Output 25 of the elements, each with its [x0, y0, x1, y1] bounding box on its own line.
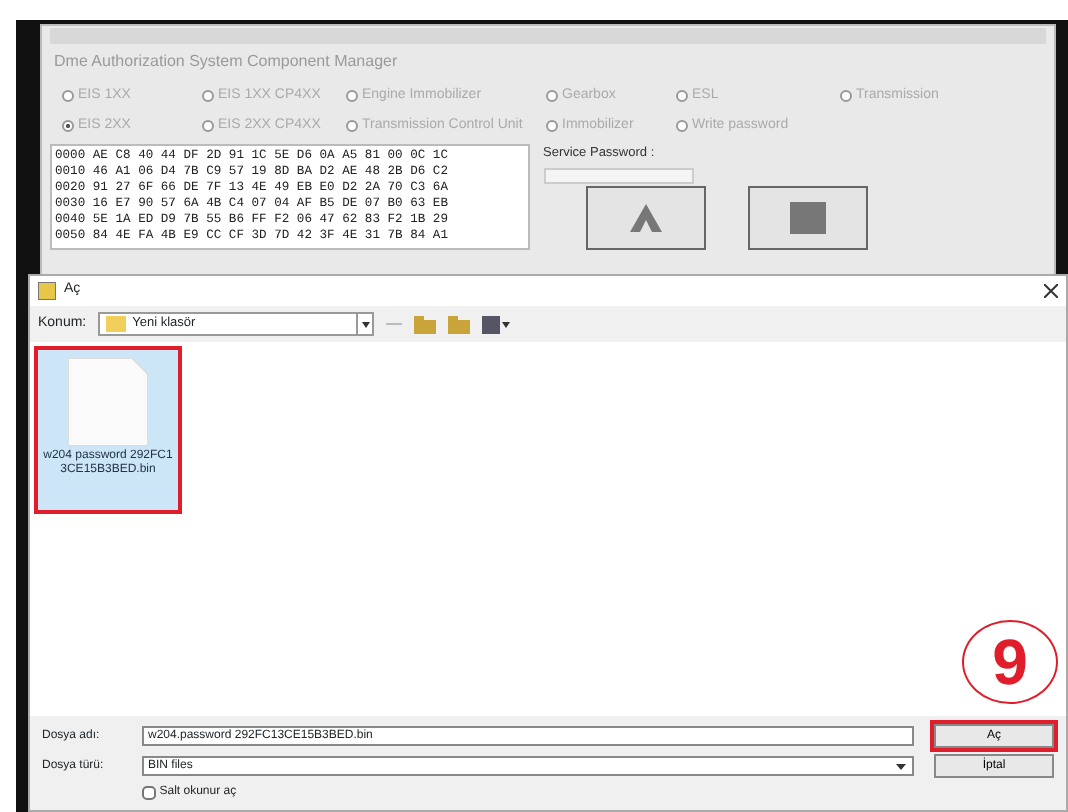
radio-button[interactable]	[202, 90, 214, 103]
password-field[interactable]	[543, 167, 693, 183]
file-icon	[68, 358, 148, 446]
window-title: Dme Authorization System Component Manager	[52, 50, 400, 74]
folder-icon	[106, 316, 127, 332]
radio-button[interactable]	[62, 90, 74, 103]
folder-icon[interactable]	[414, 315, 437, 333]
dropdown-arrow-icon[interactable]	[356, 314, 373, 334]
dropdown-arrow-icon[interactable]	[894, 760, 908, 772]
radio-button[interactable]	[546, 90, 558, 103]
checkbox[interactable]	[142, 786, 156, 800]
step-marker: 9	[962, 620, 1058, 704]
chip-button[interactable]	[747, 186, 867, 251]
radio-button[interactable]	[202, 119, 214, 132]
view-menu-icon[interactable]	[482, 315, 511, 333]
close-icon[interactable]	[1044, 284, 1058, 298]
key-button[interactable]	[585, 186, 705, 251]
radio-button[interactable]	[840, 90, 852, 103]
radio-button[interactable]	[676, 119, 688, 132]
radio-button[interactable]	[62, 119, 74, 132]
radio-button[interactable]	[346, 90, 358, 103]
radio-button[interactable]	[676, 90, 688, 103]
folder-icon[interactable]	[448, 315, 471, 333]
radio-button[interactable]	[346, 119, 358, 132]
radio-button[interactable]	[546, 119, 558, 132]
